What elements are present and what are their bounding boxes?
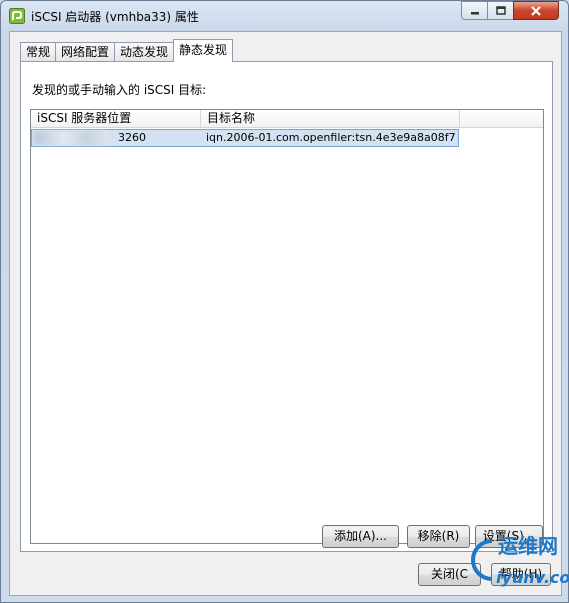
redacted-server-address [34, 131, 109, 145]
dialog-window: iSCSI 启动器 (vmhba33) 属性 常规 网络配置 动态发现 静态发现… [0, 0, 569, 603]
maximize-button[interactable] [487, 1, 514, 20]
vsphere-app-icon [9, 8, 25, 24]
static-discovery-panel: 发现的或手动输入的 iSCSI 目标: iSCSI 服务器位置 目标名称 326… [20, 61, 553, 552]
remove-button[interactable]: 移除(R) [407, 525, 470, 548]
tab-dynamic-discovery[interactable]: 动态发现 [114, 42, 175, 62]
maximize-icon [495, 6, 506, 15]
window-title: iSCSI 启动器 (vmhba33) 属性 [31, 10, 199, 24]
tab-strip: 常规 网络配置 动态发现 静态发现 [20, 39, 234, 62]
minimize-button[interactable] [461, 1, 488, 20]
close-icon [531, 5, 541, 16]
title-bar[interactable]: iSCSI 启动器 (vmhba33) 属性 [1, 1, 568, 31]
targets-label: 发现的或手动输入的 iSCSI 目标: [32, 83, 207, 97]
tab-static-discovery[interactable]: 静态发现 [173, 39, 234, 62]
dialog-client-area: 常规 网络配置 动态发现 静态发现 发现的或手动输入的 iSCSI 目标: iS… [9, 31, 562, 596]
watermark-title: 运维网 [498, 534, 558, 558]
minimize-icon [470, 11, 479, 14]
watermark-url: iyunv.com [496, 568, 569, 587]
targets-list[interactable]: iSCSI 服务器位置 目标名称 3260 iqn.2006-01.com.op… [30, 109, 544, 544]
close-window-button[interactable] [513, 1, 559, 20]
target-name-cell: iqn.2006-01.com.openfiler:tsn.4e3e9a8a08… [206, 131, 456, 144]
watermark-logo-icon [471, 539, 493, 581]
column-header-server[interactable]: iSCSI 服务器位置 [31, 110, 201, 127]
table-row[interactable]: 3260 iqn.2006-01.com.openfiler:tsn.4e3e9… [31, 129, 459, 147]
column-header-target[interactable]: 目标名称 [201, 110, 460, 127]
list-header: iSCSI 服务器位置 目标名称 [31, 110, 543, 128]
tab-network-config[interactable]: 网络配置 [55, 42, 116, 62]
column-header-empty [460, 110, 543, 127]
add-button[interactable]: 添加(A)... [322, 525, 399, 548]
tab-general[interactable]: 常规 [20, 42, 57, 62]
server-port-cell: 3260 [118, 131, 146, 144]
